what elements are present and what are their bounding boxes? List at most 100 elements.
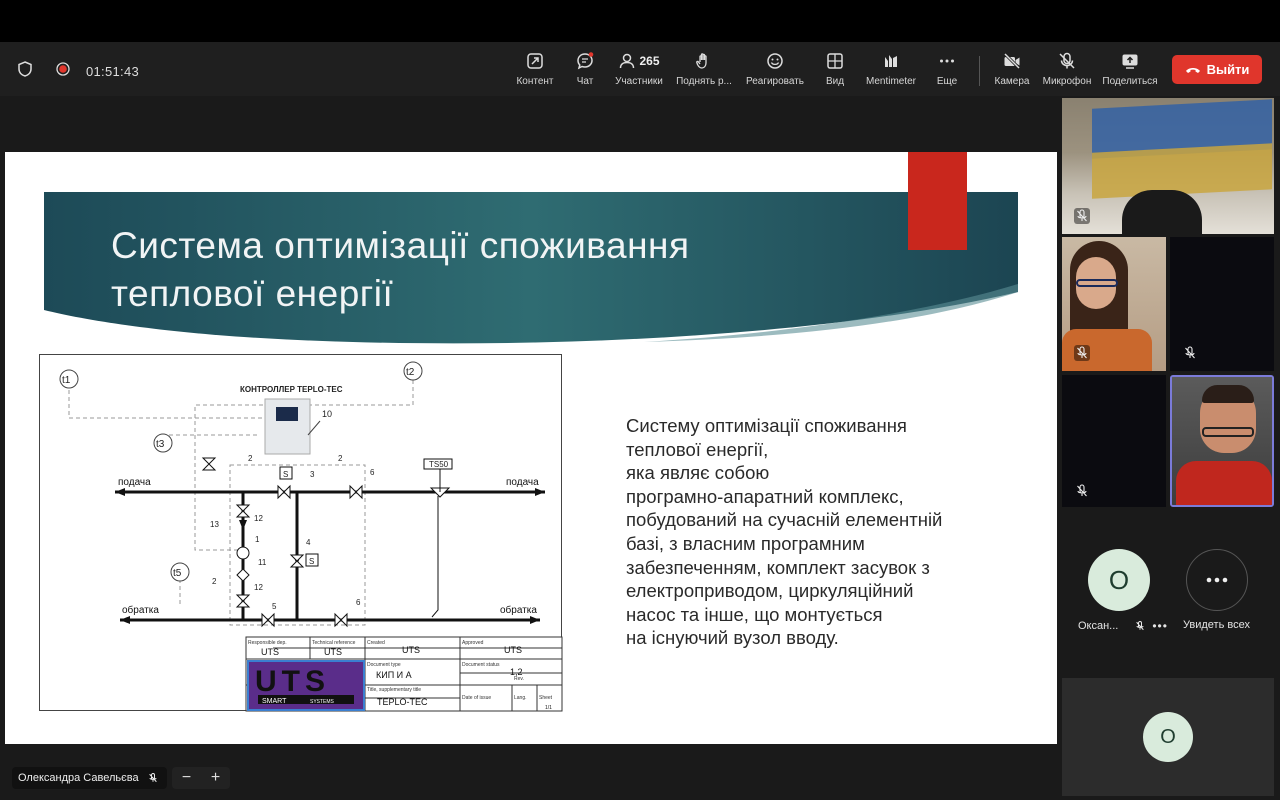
supply-label-right: подача — [506, 477, 539, 488]
more-icon — [1206, 577, 1228, 583]
leave-button[interactable]: Выйти — [1172, 55, 1262, 84]
react-icon — [767, 53, 783, 69]
svg-text:UTS: UTS — [261, 647, 279, 657]
share-content-icon — [527, 53, 543, 69]
svg-text:4: 4 — [306, 538, 311, 547]
mic-off-icon — [1059, 52, 1075, 69]
svg-text:Approved: Approved — [462, 640, 484, 646]
more-icon — [940, 59, 954, 63]
participant-more-icon[interactable]: ••• — [1152, 619, 1168, 633]
zoom-controls: − + — [172, 767, 230, 789]
share-button[interactable]: Поделиться — [1095, 52, 1165, 87]
svg-text:Technical reference: Technical reference — [312, 640, 356, 646]
see-all-label: Увидеть всех — [1183, 619, 1250, 631]
svg-text:SYSTEMS: SYSTEMS — [310, 699, 335, 705]
shield-icon[interactable] — [18, 61, 32, 82]
self-avatar: О — [1143, 712, 1193, 762]
participant-name-tag: Оксан... ••• — [1078, 619, 1168, 633]
person-hair — [1202, 385, 1254, 403]
heating-scheme-diagram: t1 t2 t3 t5 КОНТРОЛЛЕР TEPLO-TEC 10 пода… — [39, 354, 563, 712]
meeting-timer: 01:51:43 — [86, 64, 140, 79]
svg-text:UTS: UTS — [255, 665, 330, 698]
uts-logo: UTS SMART SYSTEMS — [247, 660, 365, 711]
mic-off-icon — [148, 773, 157, 783]
svg-text:UTS: UTS — [504, 645, 522, 655]
person-shirt — [1176, 461, 1272, 505]
camera-off-icon — [1003, 52, 1021, 70]
mic-off-icon — [1185, 346, 1195, 359]
svg-text:6: 6 — [370, 468, 375, 477]
share-screen-icon — [1122, 54, 1138, 69]
participant-name: Оксан... — [1078, 620, 1119, 632]
svg-text:Lang.: Lang. — [514, 695, 527, 701]
presentation-slide: Система оптимізації споживання теплової … — [5, 152, 1057, 744]
content-label: Контент — [516, 76, 554, 87]
flag-yellow — [1092, 143, 1272, 199]
participant-video-tile[interactable] — [1062, 98, 1274, 234]
svg-text:Title, supplementary title: Title, supplementary title — [367, 687, 421, 693]
mic-off-icon — [1077, 484, 1087, 497]
participant-video-tile[interactable] — [1170, 237, 1274, 371]
svg-text:6: 6 — [356, 598, 361, 607]
camera-label: Камера — [994, 76, 1030, 87]
glasses — [1202, 427, 1254, 437]
more-label: Еще — [936, 76, 958, 87]
svg-text:11: 11 — [258, 558, 267, 567]
svg-text:12: 12 — [254, 583, 263, 592]
presenter-name: Олександра Савельєва — [18, 772, 139, 784]
ts50-label: TS50 — [429, 460, 449, 469]
more-button[interactable]: Еще — [912, 52, 982, 87]
person-silhouette — [1122, 190, 1202, 234]
zoom-out-button[interactable]: − — [182, 769, 191, 787]
sensor-t2: t2 — [406, 367, 415, 378]
svg-text:2: 2 — [212, 577, 217, 586]
view-label: Вид — [825, 76, 845, 87]
zoom-in-button[interactable]: + — [211, 769, 220, 787]
mic-off-icon — [1074, 208, 1090, 224]
participants-label: Участники — [615, 76, 663, 87]
self-view-tile[interactable]: О — [1062, 678, 1274, 796]
raise-hand-icon — [696, 53, 707, 69]
supply-label-left: подача — [118, 477, 151, 488]
sensor-t3: t3 — [156, 439, 165, 450]
active-speaker-tile[interactable] — [1170, 375, 1274, 507]
svg-text:UTS: UTS — [324, 647, 342, 657]
svg-text:Document status: Document status — [462, 662, 500, 668]
return-label-right: обратка — [500, 604, 537, 616]
svg-text:Created: Created — [367, 640, 385, 646]
svg-text:Sheet: Sheet — [539, 695, 553, 701]
slide-body-text: Систему оптимізації споживання теплової … — [626, 415, 943, 649]
participants-button[interactable]: 265 Участники — [604, 52, 674, 87]
svg-text:1: 1 — [255, 535, 260, 544]
svg-text:3: 3 — [310, 470, 315, 479]
participant-video-tile[interactable] — [1062, 375, 1166, 507]
sensor-t1: t1 — [62, 375, 71, 386]
svg-text:S: S — [283, 470, 288, 479]
mentimeter-icon — [885, 55, 897, 67]
red-accent-tab — [908, 152, 967, 250]
svg-text:5: 5 — [272, 602, 277, 611]
svg-text:SMART: SMART — [262, 698, 287, 705]
see-all-button[interactable] — [1186, 549, 1248, 611]
svg-text:10: 10 — [322, 409, 332, 419]
presenter-name-tag: Олександра Савельєва — [12, 767, 167, 789]
sensor-t5: t5 — [173, 568, 182, 579]
microphone-button[interactable]: Микрофон — [1032, 52, 1102, 87]
svg-text:1,2: 1,2 — [510, 667, 523, 677]
participant-avatar[interactable]: О — [1088, 549, 1150, 611]
chat-icon — [577, 52, 594, 70]
svg-text:Responsible dep.: Responsible dep. — [248, 640, 287, 646]
share-label: Поделиться — [1102, 76, 1158, 87]
recording-icon[interactable] — [56, 62, 70, 81]
participants-count: 265 — [639, 54, 660, 68]
mic-off-icon — [1136, 621, 1145, 631]
participant-video-tile[interactable] — [1062, 237, 1166, 371]
svg-text:2: 2 — [248, 454, 253, 463]
svg-text:13: 13 — [210, 520, 219, 529]
meeting-status: 01:51:43 — [18, 61, 139, 82]
chat-label: Чат — [576, 76, 594, 87]
raise-hand-button[interactable]: Поднять р... — [669, 52, 739, 87]
react-label: Реагировать — [745, 76, 805, 87]
mentimeter-label: Mentimeter — [865, 76, 916, 87]
microphone-label: Микрофон — [1042, 76, 1092, 87]
